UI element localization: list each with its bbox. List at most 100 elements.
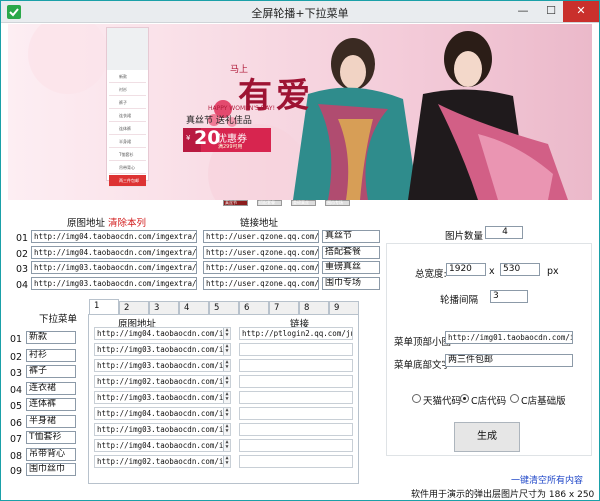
image-url-input[interactable]: http://img03.taobaocdn.com/imgextra/i3/7 <box>31 277 197 290</box>
link-url-input[interactable]: http://user.qzone.qq.com/1 <box>203 277 319 290</box>
side-menu-item: 吊带背心 <box>109 162 146 174</box>
menu-name-input[interactable]: 裤子 <box>26 365 76 378</box>
slide-name-input[interactable]: 真丝节 <box>322 230 380 243</box>
spin-arrows-icon[interactable]: ▲ ▼ <box>223 456 230 467</box>
slide-name-input[interactable]: 围巾专场 <box>322 277 380 290</box>
row-number: 02 <box>16 249 29 260</box>
menu-name-input[interactable]: 连体裤 <box>26 398 76 411</box>
radio-tmall-code-label[interactable]: 天猫代码 <box>423 393 461 407</box>
link-url-input[interactable]: http://user.qzone.qq.com/1 <box>203 261 319 274</box>
link-url-input[interactable]: http://user.qzone.qq.com/1 <box>203 246 319 259</box>
menu-image-value: http://img03.taobaocdn.com/imge <box>97 361 231 370</box>
close-button[interactable]: ✕ <box>563 1 599 22</box>
footer-hint: 软件用于演示的弹出层图片尺寸为 186 x 250 <box>411 490 595 500</box>
menu-row-number: 05 <box>10 401 23 412</box>
menu-image-input[interactable]: http://img04.taobaocdn.com/imge ▲ ▼ <box>94 439 231 452</box>
carousel-dot[interactable]: 真丝节 <box>223 200 248 206</box>
menu-link-input[interactable] <box>239 359 353 372</box>
spin-arrows-icon[interactable]: ▲ ▼ <box>223 424 230 435</box>
minimize-button[interactable]: — <box>509 1 537 22</box>
menu-image-value: http://img03.taobaocdn.com/imge <box>97 393 231 402</box>
menu-name-input[interactable]: 吊带背心 <box>26 448 76 461</box>
carousel-dot[interactable]: 重磅真丝 <box>291 200 316 206</box>
menu-image-input[interactable]: http://img03.taobaocdn.com/imge ▲ ▼ <box>94 359 231 372</box>
tab-6[interactable]: 6 <box>239 301 269 315</box>
carousel-dot[interactable]: 围巾专场 <box>325 200 350 206</box>
tab-2[interactable]: 2 <box>119 301 149 315</box>
maximize-button[interactable]: ☐ <box>537 1 565 22</box>
menu-name-input[interactable]: 连衣裙 <box>26 382 76 395</box>
generate-button[interactable]: 生成 <box>454 422 520 452</box>
spin-arrows-icon[interactable]: ▲ ▼ <box>223 392 230 403</box>
banner-side-menu: 新款 衬衫 裤子 连衣裙 连体裤 半身裙 T恤套衫 吊带背心 两三件包邮 <box>106 27 149 187</box>
menu-row-number: 02 <box>10 352 23 363</box>
tab-5[interactable]: 5 <box>209 301 239 315</box>
clear-column-link[interactable]: 清除本列 <box>108 215 146 229</box>
title-bar: 全屏轮播+下拉菜单 — ☐ ✕ <box>1 1 599 23</box>
menu-image-value: http://img02.taobaocdn.com/imge <box>97 377 231 386</box>
interval-label: 轮播间隔 <box>440 295 479 306</box>
menu-image-input[interactable]: http://img02.taobaocdn.com/imge ▲ ▼ <box>94 375 231 388</box>
height-input[interactable]: 530 <box>500 263 540 276</box>
menu-name-input[interactable]: 围巾丝巾 <box>26 463 76 476</box>
radio-c-shop-basic[interactable] <box>510 394 519 403</box>
menu-link-input[interactable] <box>239 375 353 388</box>
menu-link-input[interactable] <box>239 391 353 404</box>
side-menu-thumbnail <box>107 28 148 70</box>
menu-link-input[interactable] <box>239 423 353 436</box>
spin-arrows-icon[interactable]: ▲ ▼ <box>223 408 230 419</box>
menu-link-input[interactable] <box>239 455 353 468</box>
tab-9[interactable]: 9 <box>329 301 359 315</box>
menu-top-image-input[interactable]: http://img01.taobaocdn.com/imge <box>445 331 573 344</box>
menu-link-input[interactable]: http://ptlogin2.qq.com/jum <box>239 327 353 340</box>
image-count-label: 图片数量 <box>445 231 484 242</box>
tab-4[interactable]: 4 <box>179 301 209 315</box>
total-width-label: 总宽度: <box>415 269 447 280</box>
spin-arrows-icon[interactable]: ▲ ▼ <box>223 344 230 355</box>
tab-3[interactable]: 3 <box>149 301 179 315</box>
slide-name-input[interactable]: 搭配套餐 <box>322 246 380 259</box>
tab-1[interactable]: 1 <box>89 299 119 315</box>
spin-arrows-icon[interactable]: ▲ ▼ <box>223 376 230 387</box>
menu-image-input[interactable]: http://img03.taobaocdn.com/imge ▲ ▼ <box>94 343 231 356</box>
slide-name-input[interactable]: 重磅真丝 <box>322 261 380 274</box>
tab-8[interactable]: 8 <box>299 301 329 315</box>
spin-arrows-icon[interactable]: ▲ ▼ <box>223 328 230 339</box>
clear-all-link[interactable]: 一键清空所有内容 <box>511 473 583 486</box>
spin-arrows-icon[interactable]: ▲ ▼ <box>223 360 230 371</box>
side-menu-item: 半身裙 <box>109 136 146 148</box>
menu-row-number: 09 <box>10 466 23 477</box>
spin-arrows-icon[interactable]: ▲ ▼ <box>223 440 230 451</box>
radio-tmall-code[interactable] <box>412 394 421 403</box>
radio-c-shop-basic-label[interactable]: C店基础版 <box>521 393 566 407</box>
image-url-input[interactable]: http://img03.taobaocdn.com/imgextra/i3/7 <box>31 261 197 274</box>
image-url-input[interactable]: http://img04.taobaocdn.com/imgextra/i4/7 <box>31 230 197 243</box>
menu-link-input[interactable] <box>239 439 353 452</box>
side-menu-item: T恤套衫 <box>109 149 146 161</box>
menu-image-input[interactable]: http://img04.taobaocdn.com/imge ▲ ▼ <box>94 327 231 340</box>
carousel-dot[interactable]: 搭配套餐 <box>257 200 282 206</box>
menu-name-input[interactable]: 半身裙 <box>26 415 76 428</box>
menu-link-input[interactable] <box>239 407 353 420</box>
side-menu-item: 连衣裙 <box>109 110 146 122</box>
menu-name-input[interactable]: T恤套衫 <box>26 431 76 444</box>
row-number: 01 <box>16 233 29 244</box>
menu-image-input[interactable]: http://img03.taobaocdn.com/imge ▲ ▼ <box>94 423 231 436</box>
menu-name-input[interactable]: 衬衫 <box>26 349 76 362</box>
menu-image-value: http://img04.taobaocdn.com/imge <box>97 409 231 418</box>
radio-c-shop-code[interactable] <box>460 394 469 403</box>
menu-image-input[interactable]: http://img02.taobaocdn.com/imge ▲ ▼ <box>94 455 231 468</box>
image-url-input[interactable]: http://img04.taobaocdn.com/imgextra/i4/7 <box>31 246 197 259</box>
tab-7[interactable]: 7 <box>269 301 299 315</box>
menu-link-input[interactable] <box>239 343 353 356</box>
menu-image-input[interactable]: http://img04.taobaocdn.com/imge ▲ ▼ <box>94 407 231 420</box>
side-menu-item: 连体裤 <box>109 123 146 135</box>
width-input[interactable]: 1920 <box>446 263 486 276</box>
link-url-input[interactable]: http://user.qzone.qq.com/1 <box>203 230 319 243</box>
image-count-input[interactable]: 4 <box>485 226 523 239</box>
menu-name-input[interactable]: 新款 <box>26 331 76 344</box>
radio-c-shop-code-label[interactable]: C店代码 <box>471 393 506 407</box>
menu-bottom-text-input[interactable]: 两三件包邮 <box>445 354 573 367</box>
interval-input[interactable]: 3 <box>490 290 528 303</box>
menu-image-input[interactable]: http://img03.taobaocdn.com/imge ▲ ▼ <box>94 391 231 404</box>
